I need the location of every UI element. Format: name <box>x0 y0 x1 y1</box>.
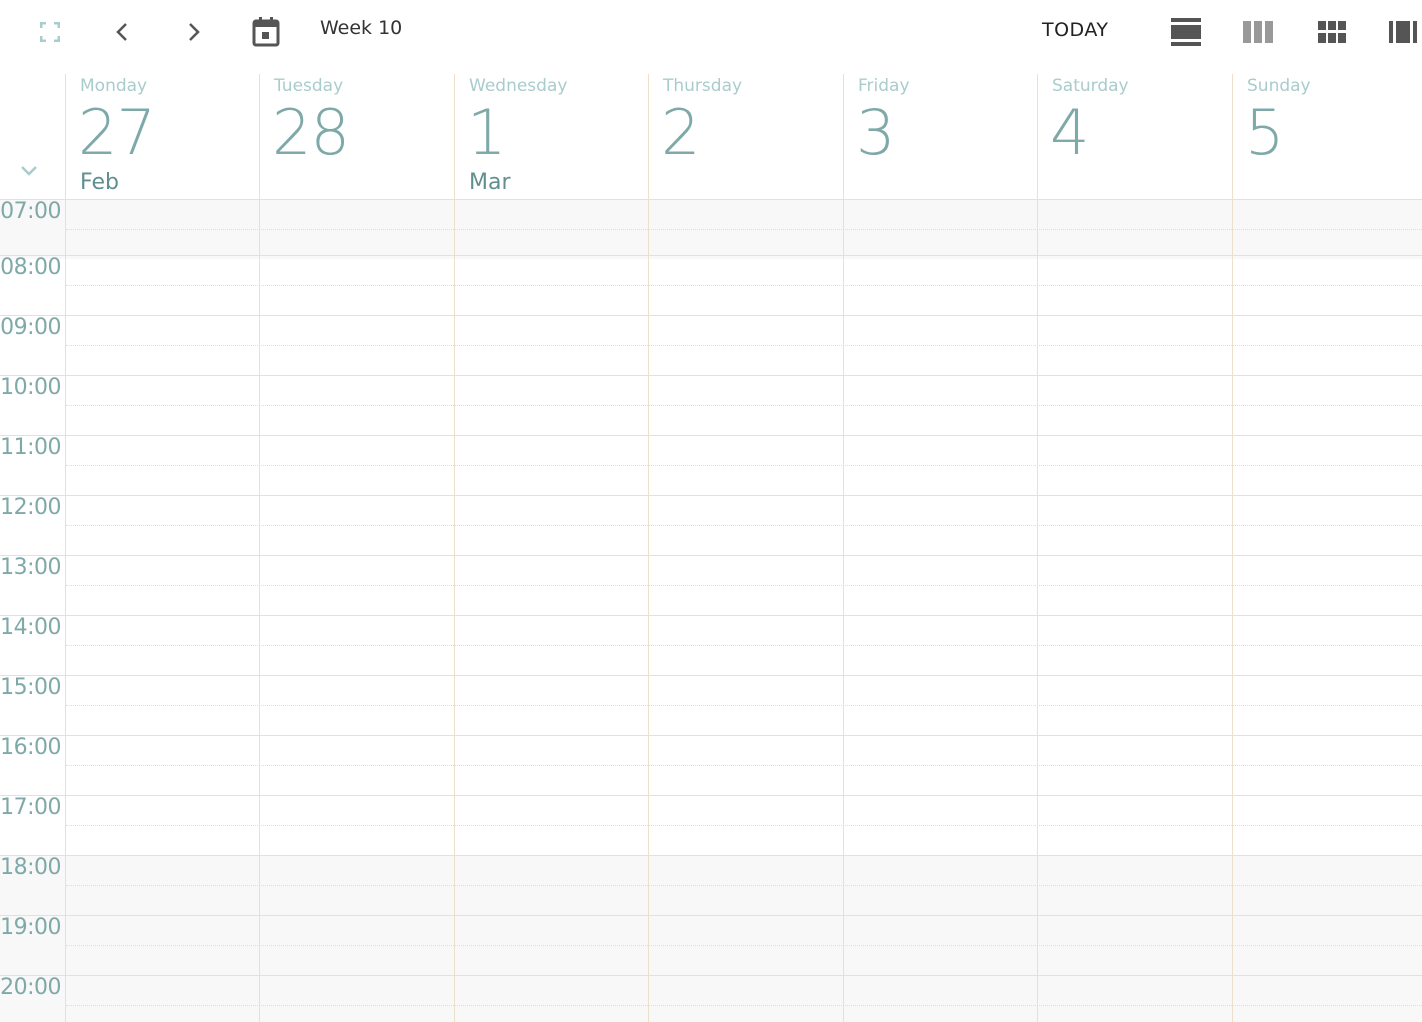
day-column-wednesday[interactable] <box>454 199 649 1022</box>
day-number: 1 <box>467 96 506 169</box>
day-name: Saturday <box>1052 76 1129 96</box>
day-view-icon[interactable] <box>1168 12 1204 52</box>
week-label: Week 10 <box>320 17 403 39</box>
day-number: 27 <box>78 96 156 169</box>
day-name: Thursday <box>663 76 743 96</box>
today-button[interactable]: TODAY <box>1042 19 1109 41</box>
fullscreen-icon[interactable] <box>34 12 66 52</box>
day-header-friday[interactable]: Friday 3 <box>843 74 1038 199</box>
hour-label: 08:00 <box>0 255 61 280</box>
day-name: Wednesday <box>469 76 568 96</box>
day-column-saturday[interactable] <box>1037 199 1233 1022</box>
hour-label: 07:00 <box>0 199 61 224</box>
hour-label: 19:00 <box>0 915 61 940</box>
toolbar: Week 10 TODAY <box>0 0 1422 64</box>
day-header-monday[interactable]: Monday 27 Feb <box>65 74 260 199</box>
hour-label: 10:00 <box>0 375 61 400</box>
day-number: 5 <box>1245 96 1284 169</box>
chevron-down-icon[interactable] <box>18 160 40 182</box>
calendar-icon[interactable] <box>248 12 284 52</box>
day-header-saturday[interactable]: Saturday 4 <box>1037 74 1233 199</box>
hour-label: 16:00 <box>0 735 61 760</box>
hour-label: 14:00 <box>0 615 61 640</box>
day-name: Sunday <box>1247 76 1311 96</box>
hour-label: 15:00 <box>0 675 61 700</box>
chevron-right-icon[interactable] <box>180 12 208 52</box>
day-number: 2 <box>661 96 700 169</box>
hour-label: 18:00 <box>0 855 61 880</box>
day-name: Tuesday <box>274 76 344 96</box>
week-grid: Monday 27 Feb Tuesday 28 Wednesday 1 Mar… <box>0 74 1422 1022</box>
hour-label: 09:00 <box>0 315 61 340</box>
day-column-tuesday[interactable] <box>259 199 454 1022</box>
day-column-monday[interactable] <box>65 199 260 1022</box>
day-month: Mar <box>469 170 511 195</box>
hour-label: 17:00 <box>0 795 61 820</box>
day-header-thursday[interactable]: Thursday 2 <box>648 74 843 199</box>
week-view-icon[interactable] <box>1240 12 1276 52</box>
day-number: 3 <box>856 96 895 169</box>
chevron-left-icon[interactable] <box>108 12 136 52</box>
day-column-thursday[interactable] <box>648 199 843 1022</box>
day-name: Friday <box>858 76 910 96</box>
day-header-wednesday[interactable]: Wednesday 1 Mar <box>454 74 649 199</box>
hour-label: 20:00 <box>0 975 61 1000</box>
day-column-sunday[interactable] <box>1232 199 1422 1022</box>
day-month: Feb <box>80 170 119 195</box>
day-number: 28 <box>272 96 350 169</box>
agenda-view-icon[interactable] <box>1386 12 1420 52</box>
hour-label: 11:00 <box>0 435 61 460</box>
day-number: 4 <box>1050 96 1089 169</box>
day-header-sunday[interactable]: Sunday 5 <box>1232 74 1422 199</box>
day-header-tuesday[interactable]: Tuesday 28 <box>259 74 454 199</box>
day-column-friday[interactable] <box>843 199 1038 1022</box>
hour-label: 12:00 <box>0 495 61 520</box>
hour-label: 13:00 <box>0 555 61 580</box>
day-name: Monday <box>80 76 148 96</box>
month-view-icon[interactable] <box>1314 12 1350 52</box>
